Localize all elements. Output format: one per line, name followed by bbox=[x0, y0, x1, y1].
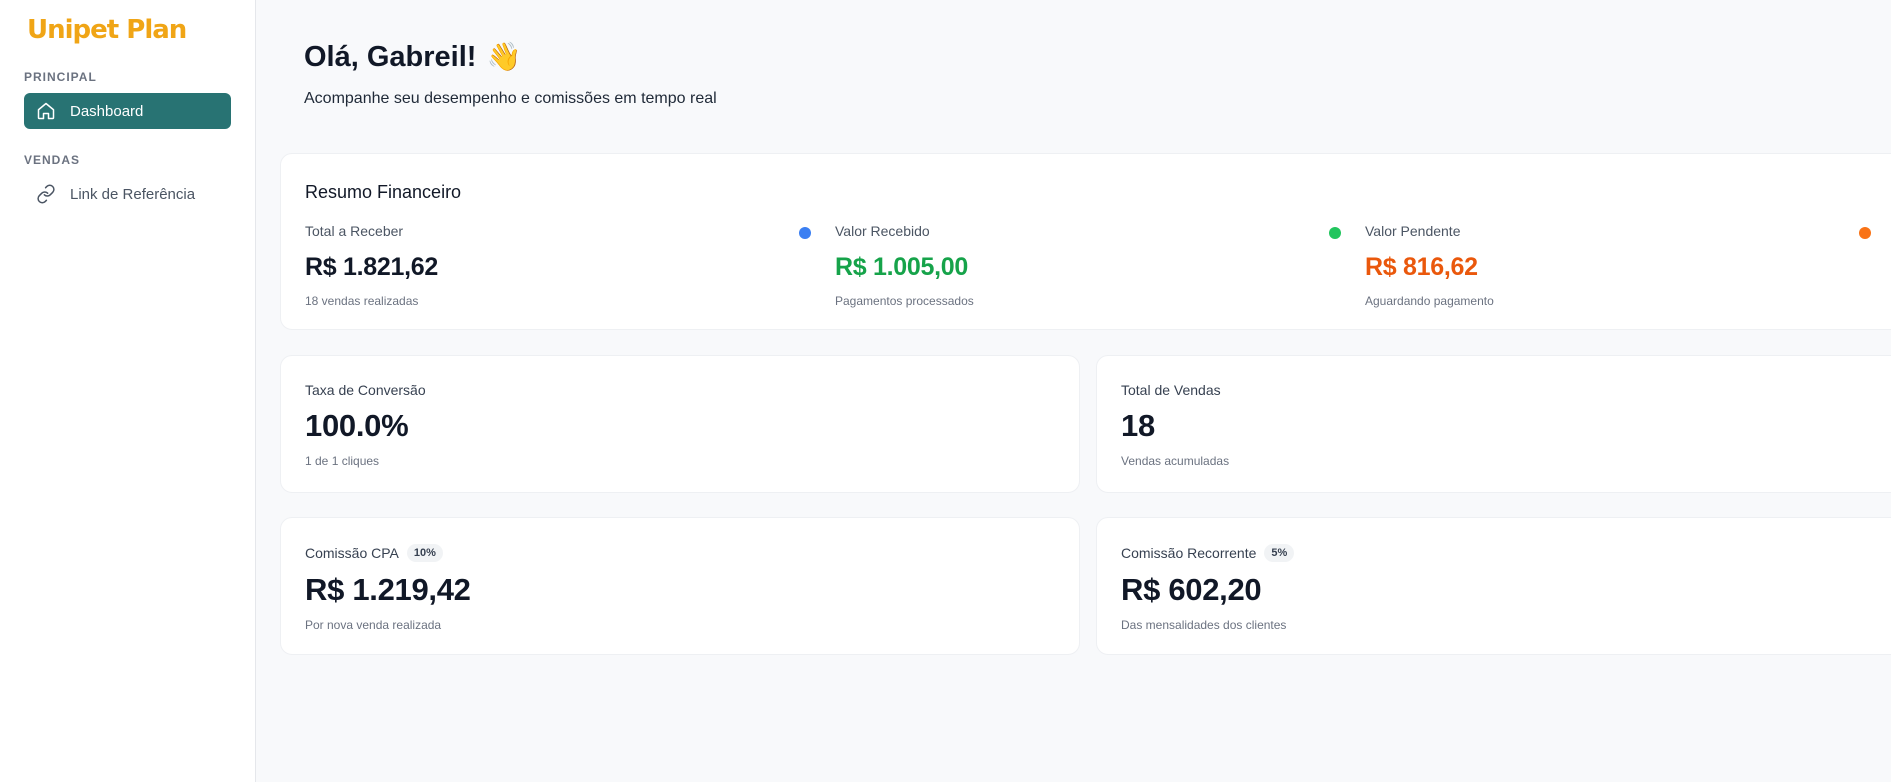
card-label-text: Total de Vendas bbox=[1121, 382, 1221, 398]
metric-total-receivable: Total a Receber R$ 1.821,62 18 vendas re… bbox=[305, 223, 835, 308]
sidebar-item-label: Dashboard bbox=[70, 102, 144, 120]
metric-label: Valor Pendente bbox=[1365, 223, 1461, 239]
metric-note: 18 vendas realizadas bbox=[305, 294, 419, 308]
metric-label: Total a Receber bbox=[305, 223, 404, 239]
card-note: Por nova venda realizada bbox=[305, 618, 442, 632]
sidebar: Unipet Plan PRINCIPAL Dashboard VENDAS L… bbox=[0, 0, 256, 782]
sidebar-item-referral-link[interactable]: Link de Referência bbox=[24, 176, 231, 212]
card-label-text: Comissão Recorrente bbox=[1121, 545, 1257, 561]
metric-note: Pagamentos processados bbox=[835, 294, 974, 308]
metric-received: Valor Recebido R$ 1.005,00 Pagamentos pr… bbox=[835, 223, 1365, 308]
card-note: Vendas acumuladas bbox=[1121, 454, 1230, 468]
status-dot-icon bbox=[1859, 227, 1871, 239]
financial-summary-card: Resumo Financeiro Total a Receber R$ 1.8… bbox=[280, 153, 1891, 330]
recurring-commission-card: Comissão Recorrente 5% R$ 602,20 Das men… bbox=[1096, 517, 1891, 655]
metric-pending: Valor Pendente R$ 816,62 Aguardando paga… bbox=[1365, 223, 1891, 308]
card-label-text: Comissão CPA bbox=[305, 545, 399, 561]
card-label: Comissão CPA 10% bbox=[305, 544, 1055, 562]
metric-value: R$ 816,62 bbox=[1365, 253, 1478, 281]
card-note: 1 de 1 cliques bbox=[305, 454, 380, 468]
metric-label: Valor Recebido bbox=[835, 223, 930, 239]
conversion-rate-card: Taxa de Conversão 100.0% 1 de 1 cliques bbox=[280, 355, 1080, 493]
logo[interactable]: Unipet Plan bbox=[27, 12, 231, 48]
card-label-text: Taxa de Conversão bbox=[305, 382, 426, 398]
main-content: Olá, Gabreil! 👋 Acompanhe seu desempenho… bbox=[256, 0, 1891, 782]
status-dot-icon bbox=[799, 227, 811, 239]
header: Olá, Gabreil! 👋 Acompanhe seu desempenho… bbox=[280, 38, 1891, 108]
page-subtitle: Acompanhe seu desempenho e comissões em … bbox=[304, 90, 717, 107]
status-dot-icon bbox=[1329, 227, 1341, 239]
greeting-text: Olá, Gabreil! bbox=[304, 40, 477, 73]
metric-note: Aguardando pagamento bbox=[1365, 294, 1494, 308]
percentage-badge: 5% bbox=[1264, 544, 1295, 562]
card-value: R$ 602,20 bbox=[1121, 572, 1262, 607]
card-note: Das mensalidades dos clientes bbox=[1121, 618, 1287, 632]
card-label: Taxa de Conversão bbox=[305, 382, 1055, 398]
home-icon bbox=[37, 102, 55, 120]
metric-value: R$ 1.821,62 bbox=[305, 253, 438, 281]
cpa-commission-card: Comissão CPA 10% R$ 1.219,42 Por nova ve… bbox=[280, 517, 1080, 655]
card-value: R$ 1.219,42 bbox=[305, 572, 471, 607]
page-title: Olá, Gabreil! 👋 bbox=[304, 38, 1891, 76]
card-value: 100.0% bbox=[305, 408, 409, 443]
sidebar-item-dashboard[interactable]: Dashboard bbox=[24, 93, 231, 129]
card-label: Total de Vendas bbox=[1121, 382, 1891, 398]
section-label-vendas: VENDAS bbox=[24, 153, 81, 167]
section-label-principal: PRINCIPAL bbox=[24, 70, 97, 84]
percentage-badge: 10% bbox=[406, 544, 443, 562]
wave-icon: 👋 bbox=[486, 41, 522, 72]
metric-value: R$ 1.005,00 bbox=[835, 253, 968, 281]
total-sales-card: Total de Vendas 18 Vendas acumuladas bbox=[1096, 355, 1891, 493]
card-value: 18 bbox=[1121, 408, 1155, 443]
summary-metrics: Total a Receber R$ 1.821,62 18 vendas re… bbox=[305, 223, 1891, 308]
app: Unipet Plan PRINCIPAL Dashboard VENDAS L… bbox=[0, 0, 1891, 782]
card-title: Resumo Financeiro bbox=[305, 182, 462, 202]
card-label: Comissão Recorrente 5% bbox=[1121, 544, 1891, 562]
link-icon bbox=[37, 184, 55, 204]
sidebar-item-label: Link de Referência bbox=[70, 185, 196, 203]
